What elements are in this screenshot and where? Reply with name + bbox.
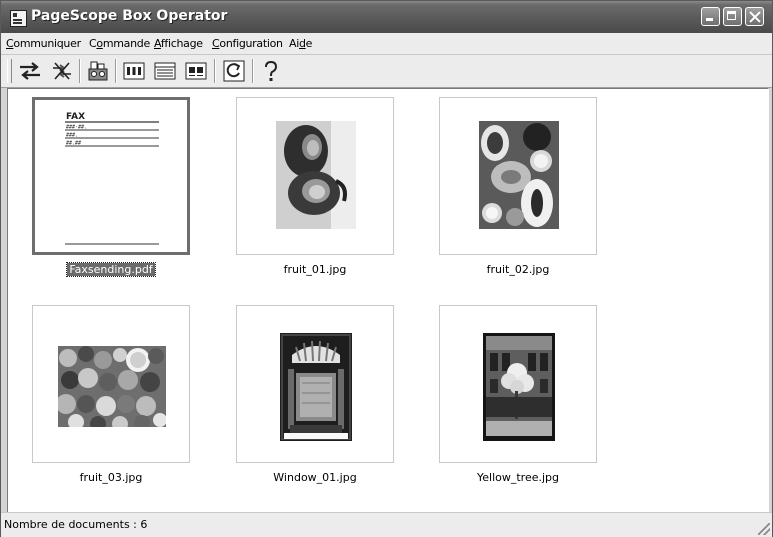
document-thumbnail[interactable] xyxy=(439,97,597,255)
app-icon xyxy=(10,10,27,27)
help-icon[interactable] xyxy=(258,58,284,84)
toolbar-separator xyxy=(115,59,117,83)
window-01-photo xyxy=(280,333,352,441)
toolbar-separator xyxy=(79,59,81,83)
transfer-icon[interactable] xyxy=(17,58,43,84)
menu-aide[interactable]: Aide xyxy=(289,37,312,50)
document-thumbnail[interactable] xyxy=(439,305,597,463)
large-icons-view-icon[interactable] xyxy=(121,58,147,84)
document-thumbnail[interactable] xyxy=(32,305,190,463)
yellow-tree-photo xyxy=(483,333,555,441)
fax-page-preview: FAX ###·##. ###. ##.## xyxy=(65,112,159,245)
document-name[interactable]: fruit_01.jpg xyxy=(215,263,415,276)
close-button[interactable] xyxy=(745,7,764,26)
menu-communiquer[interactable]: Communiquer xyxy=(6,37,81,50)
toolbar-grip[interactable] xyxy=(7,59,12,83)
refresh-icon[interactable] xyxy=(221,58,247,84)
minimize-button[interactable] xyxy=(701,7,720,26)
document-thumbnail[interactable] xyxy=(236,97,394,255)
toolbar xyxy=(1,55,772,88)
document-name[interactable]: fruit_03.jpg xyxy=(11,471,211,484)
fruit-03-photo xyxy=(58,346,166,427)
window-title: PageScope Box Operator xyxy=(31,8,228,24)
document-thumbnail[interactable] xyxy=(236,305,394,463)
svg-text:FAX: FAX xyxy=(66,112,85,122)
menu-bar: Communiquer Commande Affichage Configura… xyxy=(1,33,772,55)
status-bar: Nombre de documents : 6 xyxy=(1,512,772,537)
box-settings-icon[interactable] xyxy=(85,58,111,84)
details-view-icon[interactable] xyxy=(152,58,178,84)
document-count: Nombre de documents : 6 xyxy=(4,518,148,531)
disconnect-icon[interactable] xyxy=(49,58,75,84)
toolbar-separator xyxy=(214,59,216,83)
toolbar-separator xyxy=(252,59,254,83)
fruit-02-photo xyxy=(479,121,559,229)
document-name[interactable]: Yellow_tree.jpg xyxy=(418,471,618,484)
maximize-button[interactable] xyxy=(723,7,742,26)
menu-commande[interactable]: Commande xyxy=(89,37,150,50)
document-area[interactable]: FAX ###·##. ###. ##.## Faxsending.pdf fr… xyxy=(7,88,769,513)
fruit-01-photo xyxy=(276,121,356,229)
document-thumbnail[interactable]: FAX ###·##. ###. ##.## xyxy=(32,97,190,255)
document-name[interactable]: Window_01.jpg xyxy=(215,471,415,484)
menu-configuration[interactable]: Configuration xyxy=(212,37,283,50)
resize-grip-icon[interactable] xyxy=(758,523,770,535)
thumbnail-view-icon[interactable] xyxy=(183,58,209,84)
app-window: PageScope Box Operator Communiquer Comma… xyxy=(0,0,773,537)
document-name[interactable]: fruit_02.jpg xyxy=(418,263,618,276)
title-bar[interactable]: PageScope Box Operator xyxy=(1,1,772,33)
menu-affichage[interactable]: Affichage xyxy=(154,37,203,50)
document-name[interactable]: Faxsending.pdf xyxy=(11,262,211,277)
